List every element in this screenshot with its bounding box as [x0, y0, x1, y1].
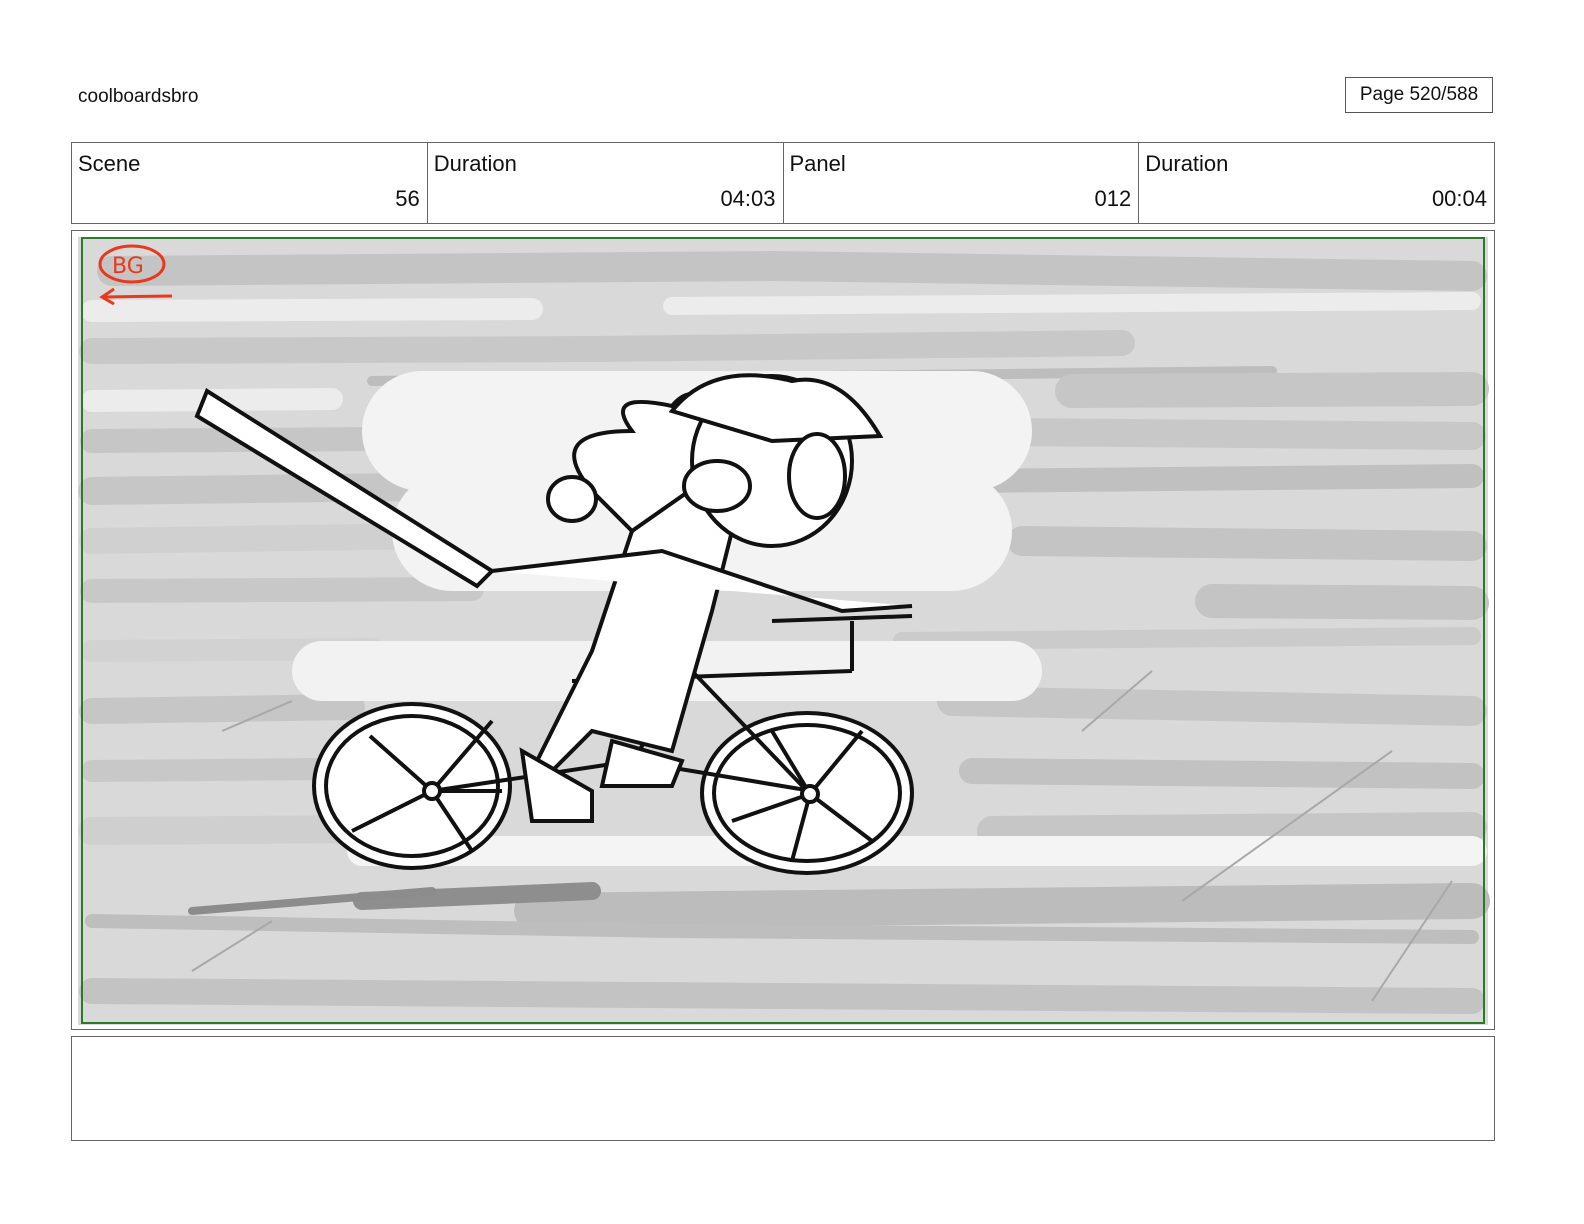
scene-duration-value: 04:03	[720, 186, 776, 211]
scene-label: Scene	[78, 151, 141, 176]
panel-value: 012	[1094, 186, 1132, 211]
page-number-badge: Page 520/588	[1345, 77, 1493, 113]
panel-label: Panel	[789, 151, 846, 176]
scene-duration-cell: Duration 04:03	[428, 143, 784, 223]
panel-duration-label: Duration	[1145, 151, 1229, 176]
scene-cell: Scene 56	[72, 143, 428, 223]
panel-duration-value: 00:04	[1431, 186, 1487, 211]
scene-duration-label: Duration	[433, 151, 517, 176]
project-name: coolboardsbro	[78, 86, 199, 107]
panel-drawing: BG	[78, 237, 1490, 1025]
panel-duration-cell: Duration 00:04	[1139, 143, 1494, 223]
panel-notes-box[interactable]	[71, 1036, 1495, 1141]
storyboard-panel: BG	[71, 230, 1495, 1030]
panel-info-table: Scene 56 Duration 04:03 Panel 012 Durati…	[71, 142, 1495, 224]
bg-annotation-label: BG	[112, 254, 144, 279]
panel-cell: Panel 012	[784, 143, 1140, 223]
scene-value: 56	[395, 186, 420, 211]
